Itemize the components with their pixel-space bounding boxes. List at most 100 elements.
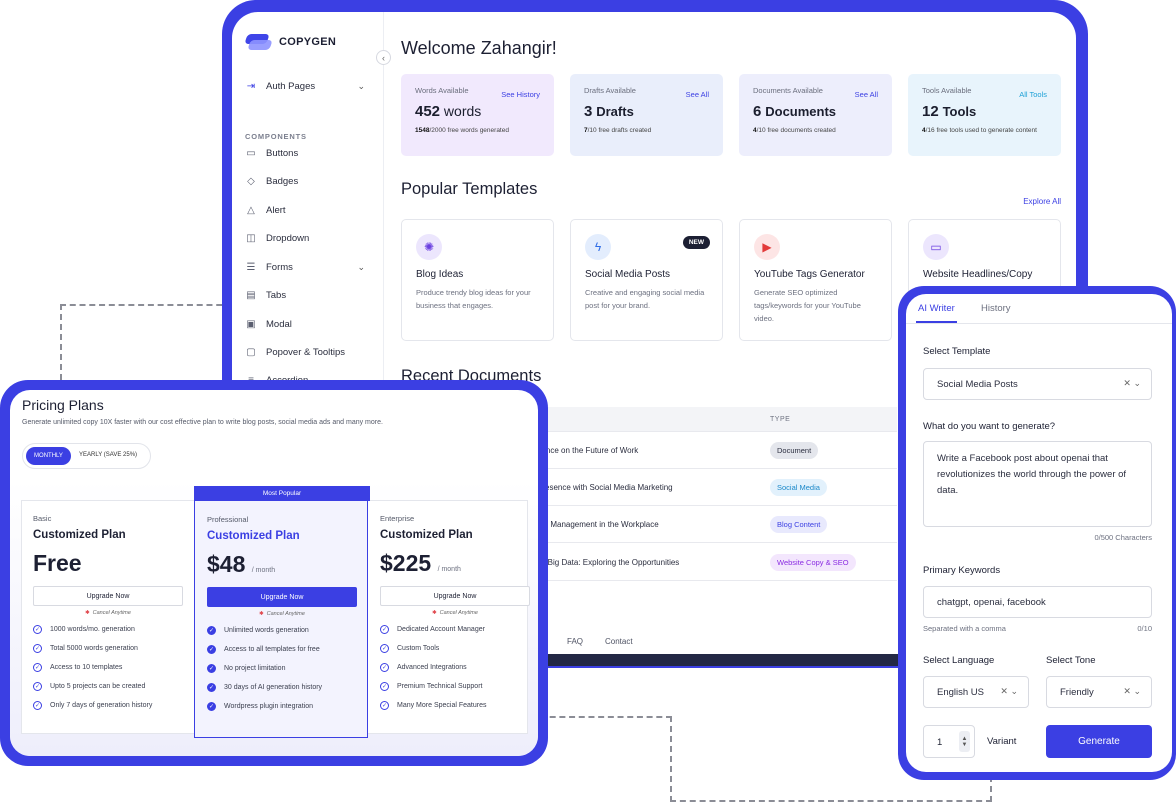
check-icon: ✓: [380, 701, 389, 710]
forms-icon: ☰: [246, 261, 256, 273]
template-desc: Produce trendy blog ideas for your busin…: [416, 288, 531, 311]
clear-chevron-icon[interactable]: ✕ ⌄: [1123, 378, 1141, 389]
most-popular-badge: Most Popular: [194, 486, 370, 501]
document-name: ith Big Data: Exploring the Opportunitie…: [537, 558, 680, 567]
plan-tier: Basic: [33, 514, 52, 523]
ai-writer-tabs: AI Writer History: [906, 294, 1172, 324]
stat-card-words: Words Available See History 452 words 15…: [401, 74, 554, 156]
keywords-count: 0/10: [1137, 624, 1152, 633]
generate-button[interactable]: Generate: [1046, 725, 1152, 758]
plan-name: Customized Plan: [380, 529, 473, 541]
template-title: YouTube Tags Generator: [754, 269, 865, 280]
feature-item: ✓ Wordpress plugin integration: [207, 702, 313, 711]
plan-card-professional: Professional Customized Plan $48 / month…: [194, 500, 368, 738]
language-label: Select Language: [923, 655, 995, 666]
prompt-textarea[interactable]: Write a Facebook post about openai that …: [923, 441, 1152, 527]
variant-stepper[interactable]: 1 ▲ ▼: [923, 725, 975, 758]
feature-item: ✓ Only 7 days of generation history: [33, 701, 153, 710]
feature-item: ✓ Upto 5 projects can be created: [33, 682, 146, 691]
asterisk-icon: ✱: [85, 610, 90, 616]
template-desc: Creative and engaging social media post …: [585, 288, 705, 311]
language-select[interactable]: English US ✕ ⌄: [923, 676, 1029, 708]
logo[interactable]: COPYGEN: [244, 34, 337, 50]
feature-item: ✓ Access to all templates for free: [207, 645, 320, 654]
cancel-note: ✱ Cancel Anytime: [85, 610, 131, 616]
login-icon: ⇥: [246, 80, 256, 92]
feature-item: ✓ Many More Special Features: [380, 701, 487, 710]
template-title: Website Headlines/Copy: [923, 269, 1033, 280]
tone-select[interactable]: Friendly ✕ ⌄: [1046, 676, 1152, 708]
tone-label: Select Tone: [1046, 655, 1096, 666]
table-row[interactable]: gence on the Future of Work Document: [537, 432, 897, 469]
template-select-value: Social Media Posts: [937, 379, 1018, 390]
see-all-documents-link[interactable]: See All: [855, 90, 878, 99]
plan-name: Customized Plan: [33, 529, 126, 541]
table-row[interactable]: Presence with Social Media Marketing Soc…: [537, 469, 897, 506]
upgrade-button[interactable]: Upgrade Now: [380, 586, 530, 606]
clear-chevron-icon[interactable]: ✕ ⌄: [1000, 686, 1018, 697]
footer-link-faq[interactable]: FAQ: [567, 637, 583, 646]
page-title: Welcome Zahangir!: [401, 38, 557, 58]
see-history-link[interactable]: See History: [501, 90, 540, 99]
connector-line: [540, 716, 672, 718]
template-select[interactable]: Social Media Posts ✕ ⌄: [923, 368, 1152, 400]
sidebar-item-auth-pages[interactable]: ⇥ Auth Pages ⌄: [245, 80, 365, 92]
tab-ai-writer[interactable]: AI Writer: [916, 303, 957, 323]
check-icon: ✓: [33, 701, 42, 710]
stat-sub: 4/10 free documents created: [753, 127, 836, 134]
plan-price: $225 / month: [380, 550, 461, 576]
asterisk-icon: ✱: [432, 610, 437, 616]
check-icon: ✓: [33, 682, 42, 691]
badge-icon: ◇: [247, 175, 255, 187]
all-tools-link[interactable]: All Tools: [1019, 90, 1047, 99]
stepper-arrows-icon[interactable]: ▲ ▼: [959, 731, 970, 752]
template-card-blog-ideas[interactable]: ✺ Blog Ideas Produce trendy blog ideas f…: [401, 219, 554, 341]
sidebar-item-buttons[interactable]: ▭ Buttons: [245, 147, 365, 159]
sidebar-section-title: COMPONENTS: [245, 132, 307, 141]
copygen-logo-icon: [244, 34, 273, 50]
see-all-drafts-link[interactable]: See All: [686, 90, 709, 99]
keywords-input[interactable]: chatgpt, openai, facebook: [923, 586, 1152, 618]
lightbulb-icon: ✺: [416, 234, 442, 260]
plan-name: Customized Plan: [207, 530, 300, 542]
sidebar-item-dropdown[interactable]: ◫ Dropdown: [245, 232, 365, 244]
template-desc: Generate SEO optimized tags/keywords for…: [754, 288, 861, 324]
keywords-label: Primary Keywords: [923, 565, 1001, 576]
template-card-social-media[interactable]: ϟ NEW Social Media Posts Creative and en…: [570, 219, 723, 341]
table-row[interactable]: me Management in the Workplace Blog Cont…: [537, 506, 897, 543]
explore-all-link[interactable]: Explore All: [1023, 197, 1061, 206]
sidebar-item-label: Badges: [266, 175, 299, 187]
clear-chevron-icon[interactable]: ✕ ⌄: [1123, 686, 1141, 697]
stat-value: 452 words: [415, 103, 482, 120]
sidebar-item-forms[interactable]: ☰ Forms ⌄: [245, 261, 365, 273]
check-icon: ✓: [207, 645, 216, 654]
sidebar-item-badges[interactable]: ◇ Badges: [245, 175, 365, 187]
document-name: Presence with Social Media Marketing: [537, 483, 673, 492]
template-card-youtube-tags[interactable]: ▶ YouTube Tags Generator Generate SEO op…: [739, 219, 892, 341]
table-row[interactable]: ith Big Data: Exploring the Opportunitie…: [537, 544, 897, 581]
cancel-note: ✱ Cancel Anytime: [259, 611, 305, 617]
upgrade-button[interactable]: Upgrade Now: [33, 586, 183, 606]
tab-history[interactable]: History: [981, 303, 1011, 314]
feature-item: ✓ 1000 words/mo. generation: [33, 625, 135, 634]
stat-card-drafts: Drafts Available See All 3 Drafts 7/10 f…: [570, 74, 723, 156]
sidebar-item-tabs[interactable]: ▤ Tabs: [245, 289, 365, 301]
cancel-note: ✱ Cancel Anytime: [432, 610, 478, 616]
logo-text: COPYGEN: [279, 36, 337, 48]
monthly-toggle-option[interactable]: MONTHLY: [26, 447, 71, 465]
type-badge: Document: [770, 442, 819, 459]
sidebar-item-alert[interactable]: △ Alert: [245, 204, 365, 216]
check-icon: ✓: [33, 625, 42, 634]
stat-value: 6 Documents: [753, 103, 837, 120]
buttons-icon: ▭: [246, 147, 256, 159]
check-icon: ✓: [207, 702, 216, 711]
yearly-toggle-option[interactable]: YEARLY (SAVE 25%): [79, 452, 137, 458]
sidebar-item-modal[interactable]: ▣ Modal: [245, 318, 365, 330]
footer-link-contact[interactable]: Contact: [605, 637, 633, 646]
upgrade-button[interactable]: Upgrade Now: [207, 587, 357, 607]
template-title: Social Media Posts: [585, 269, 671, 280]
plan-price: $48 / month: [207, 551, 276, 577]
sidebar-collapse-button[interactable]: ‹: [376, 50, 391, 65]
sidebar-item-popover[interactable]: ▢ Popover & Tooltips: [245, 346, 365, 358]
alert-icon: △: [247, 204, 255, 216]
